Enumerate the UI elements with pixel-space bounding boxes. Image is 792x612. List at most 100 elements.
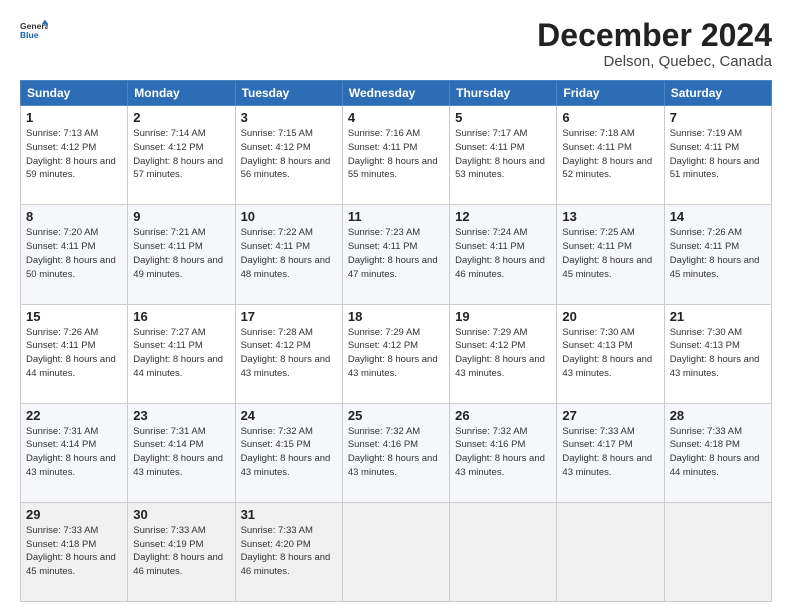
calendar-cell: 7 Sunrise: 7:19 AM Sunset: 4:11 PM Dayli…	[664, 106, 771, 205]
day-number: 29	[26, 507, 122, 522]
day-number: 30	[133, 507, 229, 522]
day-number: 1	[26, 110, 122, 125]
day-info: Sunrise: 7:32 AM Sunset: 4:16 PM Dayligh…	[348, 425, 444, 480]
calendar-cell	[342, 502, 449, 601]
day-info: Sunrise: 7:30 AM Sunset: 4:13 PM Dayligh…	[670, 326, 766, 381]
day-info: Sunrise: 7:33 AM Sunset: 4:20 PM Dayligh…	[241, 524, 337, 579]
calendar-cell: 3 Sunrise: 7:15 AM Sunset: 4:12 PM Dayli…	[235, 106, 342, 205]
day-info: Sunrise: 7:19 AM Sunset: 4:11 PM Dayligh…	[670, 127, 766, 182]
weekday-header-sunday: Sunday	[21, 81, 128, 106]
calendar-table: SundayMondayTuesdayWednesdayThursdayFrid…	[20, 80, 772, 602]
calendar-cell: 15 Sunrise: 7:26 AM Sunset: 4:11 PM Dayl…	[21, 304, 128, 403]
calendar-cell: 13 Sunrise: 7:25 AM Sunset: 4:11 PM Dayl…	[557, 205, 664, 304]
calendar-week-1: 1 Sunrise: 7:13 AM Sunset: 4:12 PM Dayli…	[21, 106, 772, 205]
day-number: 21	[670, 309, 766, 324]
day-info: Sunrise: 7:32 AM Sunset: 4:16 PM Dayligh…	[455, 425, 551, 480]
day-number: 15	[26, 309, 122, 324]
day-info: Sunrise: 7:22 AM Sunset: 4:11 PM Dayligh…	[241, 226, 337, 281]
day-info: Sunrise: 7:31 AM Sunset: 4:14 PM Dayligh…	[26, 425, 122, 480]
weekday-header-thursday: Thursday	[450, 81, 557, 106]
day-number: 19	[455, 309, 551, 324]
day-info: Sunrise: 7:33 AM Sunset: 4:18 PM Dayligh…	[26, 524, 122, 579]
svg-text:Blue: Blue	[20, 30, 39, 40]
day-number: 3	[241, 110, 337, 125]
calendar-cell	[450, 502, 557, 601]
day-number: 22	[26, 408, 122, 423]
day-number: 14	[670, 209, 766, 224]
day-number: 11	[348, 209, 444, 224]
calendar-week-3: 15 Sunrise: 7:26 AM Sunset: 4:11 PM Dayl…	[21, 304, 772, 403]
calendar-week-4: 22 Sunrise: 7:31 AM Sunset: 4:14 PM Dayl…	[21, 403, 772, 502]
day-number: 24	[241, 408, 337, 423]
calendar-cell: 18 Sunrise: 7:29 AM Sunset: 4:12 PM Dayl…	[342, 304, 449, 403]
calendar-cell: 27 Sunrise: 7:33 AM Sunset: 4:17 PM Dayl…	[557, 403, 664, 502]
day-number: 8	[26, 209, 122, 224]
day-number: 12	[455, 209, 551, 224]
day-info: Sunrise: 7:27 AM Sunset: 4:11 PM Dayligh…	[133, 326, 229, 381]
day-info: Sunrise: 7:33 AM Sunset: 4:19 PM Dayligh…	[133, 524, 229, 579]
calendar-cell: 1 Sunrise: 7:13 AM Sunset: 4:12 PM Dayli…	[21, 106, 128, 205]
day-info: Sunrise: 7:13 AM Sunset: 4:12 PM Dayligh…	[26, 127, 122, 182]
day-number: 27	[562, 408, 658, 423]
day-info: Sunrise: 7:20 AM Sunset: 4:11 PM Dayligh…	[26, 226, 122, 281]
title-block: December 2024 Delson, Quebec, Canada	[537, 18, 772, 70]
subtitle: Delson, Quebec, Canada	[537, 53, 772, 70]
day-number: 2	[133, 110, 229, 125]
calendar-cell: 17 Sunrise: 7:28 AM Sunset: 4:12 PM Dayl…	[235, 304, 342, 403]
day-number: 28	[670, 408, 766, 423]
day-number: 17	[241, 309, 337, 324]
day-info: Sunrise: 7:30 AM Sunset: 4:13 PM Dayligh…	[562, 326, 658, 381]
day-number: 13	[562, 209, 658, 224]
day-info: Sunrise: 7:32 AM Sunset: 4:15 PM Dayligh…	[241, 425, 337, 480]
day-number: 18	[348, 309, 444, 324]
day-info: Sunrise: 7:33 AM Sunset: 4:17 PM Dayligh…	[562, 425, 658, 480]
calendar-cell: 4 Sunrise: 7:16 AM Sunset: 4:11 PM Dayli…	[342, 106, 449, 205]
calendar-cell: 23 Sunrise: 7:31 AM Sunset: 4:14 PM Dayl…	[128, 403, 235, 502]
day-info: Sunrise: 7:24 AM Sunset: 4:11 PM Dayligh…	[455, 226, 551, 281]
header: General Blue General Blue December 2024 …	[20, 18, 772, 70]
weekday-header-tuesday: Tuesday	[235, 81, 342, 106]
calendar-cell: 8 Sunrise: 7:20 AM Sunset: 4:11 PM Dayli…	[21, 205, 128, 304]
day-info: Sunrise: 7:18 AM Sunset: 4:11 PM Dayligh…	[562, 127, 658, 182]
day-info: Sunrise: 7:14 AM Sunset: 4:12 PM Dayligh…	[133, 127, 229, 182]
day-number: 23	[133, 408, 229, 423]
calendar-header-row: SundayMondayTuesdayWednesdayThursdayFrid…	[21, 81, 772, 106]
weekday-header-saturday: Saturday	[664, 81, 771, 106]
day-info: Sunrise: 7:16 AM Sunset: 4:11 PM Dayligh…	[348, 127, 444, 182]
day-number: 5	[455, 110, 551, 125]
logo: General Blue General Blue	[20, 18, 48, 46]
calendar-cell: 26 Sunrise: 7:32 AM Sunset: 4:16 PM Dayl…	[450, 403, 557, 502]
weekday-header-wednesday: Wednesday	[342, 81, 449, 106]
day-info: Sunrise: 7:29 AM Sunset: 4:12 PM Dayligh…	[455, 326, 551, 381]
day-number: 26	[455, 408, 551, 423]
calendar-cell: 14 Sunrise: 7:26 AM Sunset: 4:11 PM Dayl…	[664, 205, 771, 304]
day-info: Sunrise: 7:28 AM Sunset: 4:12 PM Dayligh…	[241, 326, 337, 381]
day-number: 7	[670, 110, 766, 125]
calendar-cell	[557, 502, 664, 601]
day-info: Sunrise: 7:25 AM Sunset: 4:11 PM Dayligh…	[562, 226, 658, 281]
calendar-cell: 22 Sunrise: 7:31 AM Sunset: 4:14 PM Dayl…	[21, 403, 128, 502]
calendar-cell: 29 Sunrise: 7:33 AM Sunset: 4:18 PM Dayl…	[21, 502, 128, 601]
day-number: 20	[562, 309, 658, 324]
calendar-cell	[664, 502, 771, 601]
calendar-cell: 21 Sunrise: 7:30 AM Sunset: 4:13 PM Dayl…	[664, 304, 771, 403]
day-info: Sunrise: 7:21 AM Sunset: 4:11 PM Dayligh…	[133, 226, 229, 281]
calendar-cell: 25 Sunrise: 7:32 AM Sunset: 4:16 PM Dayl…	[342, 403, 449, 502]
logo-icon: General Blue	[20, 18, 48, 46]
calendar-cell: 28 Sunrise: 7:33 AM Sunset: 4:18 PM Dayl…	[664, 403, 771, 502]
weekday-header-monday: Monday	[128, 81, 235, 106]
calendar-week-2: 8 Sunrise: 7:20 AM Sunset: 4:11 PM Dayli…	[21, 205, 772, 304]
day-info: Sunrise: 7:26 AM Sunset: 4:11 PM Dayligh…	[670, 226, 766, 281]
day-number: 16	[133, 309, 229, 324]
calendar-cell: 24 Sunrise: 7:32 AM Sunset: 4:15 PM Dayl…	[235, 403, 342, 502]
calendar-cell: 19 Sunrise: 7:29 AM Sunset: 4:12 PM Dayl…	[450, 304, 557, 403]
calendar-cell: 16 Sunrise: 7:27 AM Sunset: 4:11 PM Dayl…	[128, 304, 235, 403]
day-info: Sunrise: 7:17 AM Sunset: 4:11 PM Dayligh…	[455, 127, 551, 182]
day-number: 4	[348, 110, 444, 125]
page: General Blue General Blue December 2024 …	[0, 0, 792, 612]
calendar-cell: 31 Sunrise: 7:33 AM Sunset: 4:20 PM Dayl…	[235, 502, 342, 601]
calendar-cell: 30 Sunrise: 7:33 AM Sunset: 4:19 PM Dayl…	[128, 502, 235, 601]
calendar-cell: 20 Sunrise: 7:30 AM Sunset: 4:13 PM Dayl…	[557, 304, 664, 403]
calendar-cell: 12 Sunrise: 7:24 AM Sunset: 4:11 PM Dayl…	[450, 205, 557, 304]
calendar-cell: 10 Sunrise: 7:22 AM Sunset: 4:11 PM Dayl…	[235, 205, 342, 304]
